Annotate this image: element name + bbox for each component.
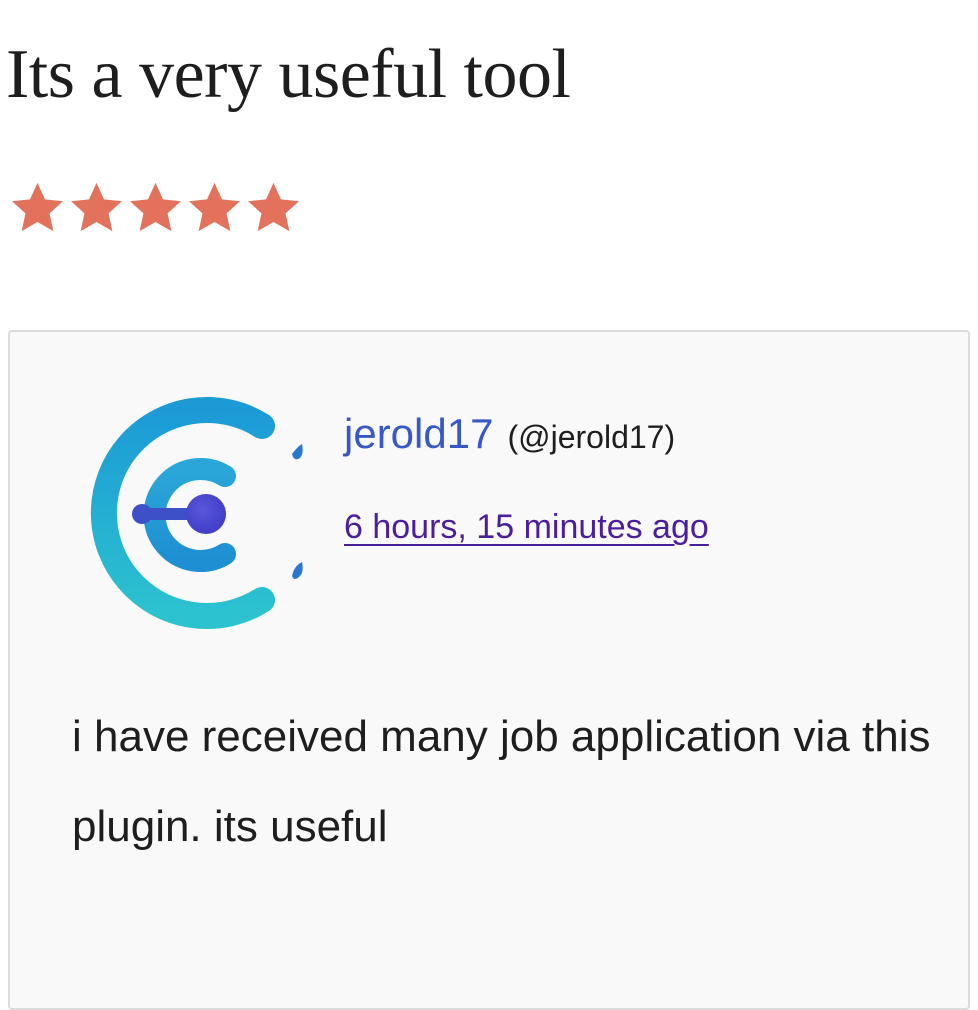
author-handle: (@jerold17) bbox=[507, 419, 676, 455]
timestamp-link[interactable]: 6 hours, 15 minutes ago bbox=[344, 508, 709, 547]
star-icon bbox=[67, 178, 126, 238]
review-card: jerold17 (@jerold17) 6 hours, 15 minutes … bbox=[8, 330, 970, 1010]
star-rating bbox=[8, 178, 303, 238]
star-icon bbox=[244, 178, 303, 238]
author-name-link[interactable]: jerold17 bbox=[344, 410, 493, 457]
avatar-logo bbox=[90, 397, 303, 629]
review-title: Its a very useful tool bbox=[6, 36, 571, 113]
star-icon bbox=[126, 178, 185, 238]
star-icon bbox=[8, 178, 67, 238]
star-icon bbox=[185, 178, 244, 238]
author-line: jerold17 (@jerold17) bbox=[344, 410, 675, 458]
avatar[interactable] bbox=[80, 392, 320, 642]
review-body: i have received many job application via… bbox=[72, 712, 931, 851]
